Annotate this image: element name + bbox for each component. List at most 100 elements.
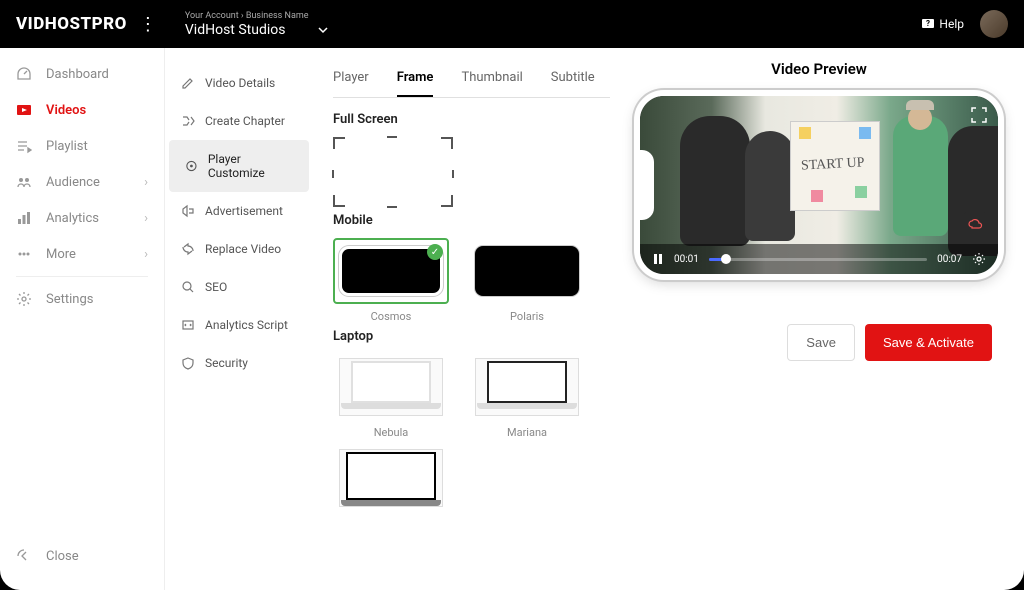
content: Player Frame Thumbnail Subtitle Full Scr…: [313, 48, 1024, 590]
nav-label: Settings: [46, 292, 93, 307]
gear-icon[interactable]: [972, 252, 986, 266]
nav-audience[interactable]: Audience ›: [0, 164, 164, 200]
progress-bar[interactable]: [709, 258, 927, 261]
s2-label: Security: [205, 356, 248, 370]
save-button[interactable]: Save: [787, 324, 855, 361]
frame-label: Mariana: [507, 426, 547, 439]
logo: VIDHOSTPRO: [16, 14, 127, 34]
more-icon: [16, 246, 32, 262]
frame-option-mariana[interactable]: Mariana: [469, 354, 585, 439]
topbar: VIDHOSTPRO ⋮ Your Account › Business Nam…: [0, 0, 1024, 48]
check-icon: ✓: [427, 244, 443, 260]
pause-icon[interactable]: [652, 253, 664, 265]
preview-column: Video Preview START UP: [634, 60, 1004, 578]
nav-label: Close: [46, 549, 79, 564]
board-text: START UP: [801, 155, 865, 174]
close-icon: [16, 548, 32, 564]
s2-label: SEO: [205, 280, 227, 294]
nav-label: Dashboard: [46, 67, 109, 82]
frame-option-laptop-3[interactable]: [333, 445, 449, 511]
nav-label: Playlist: [46, 139, 88, 154]
help-icon: ?: [921, 17, 935, 31]
fullscreen-icon[interactable]: [970, 106, 988, 124]
breadcrumb-wrap: Your Account › Business Name VidHost Stu…: [185, 11, 330, 38]
tab-thumbnail[interactable]: Thumbnail: [461, 60, 522, 97]
s2-analytics-script[interactable]: Analytics Script: [165, 306, 313, 344]
avatar[interactable]: [980, 10, 1008, 38]
svg-text:?: ?: [926, 19, 930, 28]
frame-label: Polaris: [510, 310, 544, 323]
kebab-menu-icon[interactable]: ⋮: [139, 14, 157, 35]
video-controls: 00:01 00:07: [640, 244, 998, 274]
nav-more[interactable]: More ›: [0, 236, 164, 272]
nav-analytics[interactable]: Analytics ›: [0, 200, 164, 236]
chevron-down-icon: [317, 24, 329, 36]
frame-option-cosmos[interactable]: ✓ Cosmos: [333, 238, 449, 323]
mobile-frame-row: ✓ Cosmos Polaris: [333, 238, 610, 323]
frame-options-column: Player Frame Thumbnail Subtitle Full Scr…: [333, 60, 610, 578]
preview-title: Video Preview: [634, 60, 1004, 78]
help-label: Help: [939, 17, 964, 31]
frame-label: Cosmos: [371, 310, 412, 323]
settings-icon: [16, 291, 32, 307]
section-mobile: Mobile: [333, 213, 610, 228]
s2-advertisement[interactable]: Advertisement: [165, 192, 313, 230]
action-buttons: Save Save & Activate: [634, 324, 992, 361]
nav-label: Videos: [46, 103, 86, 118]
nav-close[interactable]: Close: [0, 538, 164, 574]
ad-icon: [181, 204, 195, 218]
s2-security[interactable]: Security: [165, 344, 313, 382]
video-icon: [16, 102, 32, 118]
nav-playlist[interactable]: Playlist: [0, 128, 164, 164]
phone-notch: [640, 150, 654, 220]
chevron-right-icon: ›: [144, 247, 148, 262]
tab-player[interactable]: Player: [333, 60, 369, 97]
primary-sidebar: Dashboard Videos Playlist Audience › Ana…: [0, 48, 165, 590]
chevron-right-icon: ›: [144, 211, 148, 226]
s2-label: Video Details: [205, 76, 275, 90]
breadcrumb[interactable]: Your Account › Business Name: [185, 11, 330, 21]
shield-icon: [181, 356, 195, 370]
s2-player-customize[interactable]: Player Customize: [169, 140, 309, 192]
frame-option-polaris[interactable]: Polaris: [469, 238, 585, 323]
edit-icon: [181, 76, 195, 90]
main: Dashboard Videos Playlist Audience › Ana…: [0, 48, 1024, 590]
customize-tabs: Player Frame Thumbnail Subtitle: [333, 60, 610, 98]
topbar-right: ? Help: [921, 10, 1008, 38]
analytics-icon: [16, 210, 32, 226]
app-root: VIDHOSTPRO ⋮ Your Account › Business Nam…: [0, 0, 1024, 590]
frame-option-nebula[interactable]: Nebula: [333, 354, 449, 439]
customize-icon: [185, 159, 198, 173]
cloud-badge-icon[interactable]: [962, 212, 988, 238]
nav-videos[interactable]: Videos: [0, 92, 164, 128]
s2-video-details[interactable]: Video Details: [165, 64, 313, 102]
nav-settings[interactable]: Settings: [0, 281, 164, 317]
s2-create-chapter[interactable]: Create Chapter: [165, 102, 313, 140]
s2-label: Create Chapter: [205, 114, 285, 128]
audience-icon: [16, 174, 32, 190]
s2-label: Advertisement: [205, 204, 283, 218]
nav-label: More: [46, 247, 76, 262]
script-icon: [181, 318, 195, 332]
s2-label: Player Customize: [208, 152, 293, 180]
tab-subtitle[interactable]: Subtitle: [551, 60, 595, 97]
replace-icon: [181, 242, 195, 256]
s2-replace-video[interactable]: Replace Video: [165, 230, 313, 268]
business-name: VidHost Studios: [185, 22, 286, 38]
section-laptop: Laptop: [333, 329, 610, 344]
secondary-sidebar: Video Details Create Chapter Player Cust…: [165, 48, 313, 590]
section-fullscreen: Full Screen: [333, 112, 610, 127]
video-preview-player[interactable]: START UP: [634, 90, 1004, 280]
s2-seo[interactable]: SEO: [165, 268, 313, 306]
business-dropdown[interactable]: VidHost Studios: [185, 22, 330, 38]
time-current: 00:01: [674, 254, 699, 265]
s2-label: Replace Video: [205, 242, 281, 256]
help-link[interactable]: ? Help: [921, 17, 964, 31]
nav-dashboard[interactable]: Dashboard: [0, 56, 164, 92]
nav-label: Audience: [46, 175, 100, 190]
laptop-frame-row-2: [333, 445, 610, 511]
save-activate-button[interactable]: Save & Activate: [865, 324, 992, 361]
tab-frame[interactable]: Frame: [397, 60, 434, 97]
frame-option-fullscreen[interactable]: [333, 137, 453, 207]
s2-label: Analytics Script: [205, 318, 288, 332]
